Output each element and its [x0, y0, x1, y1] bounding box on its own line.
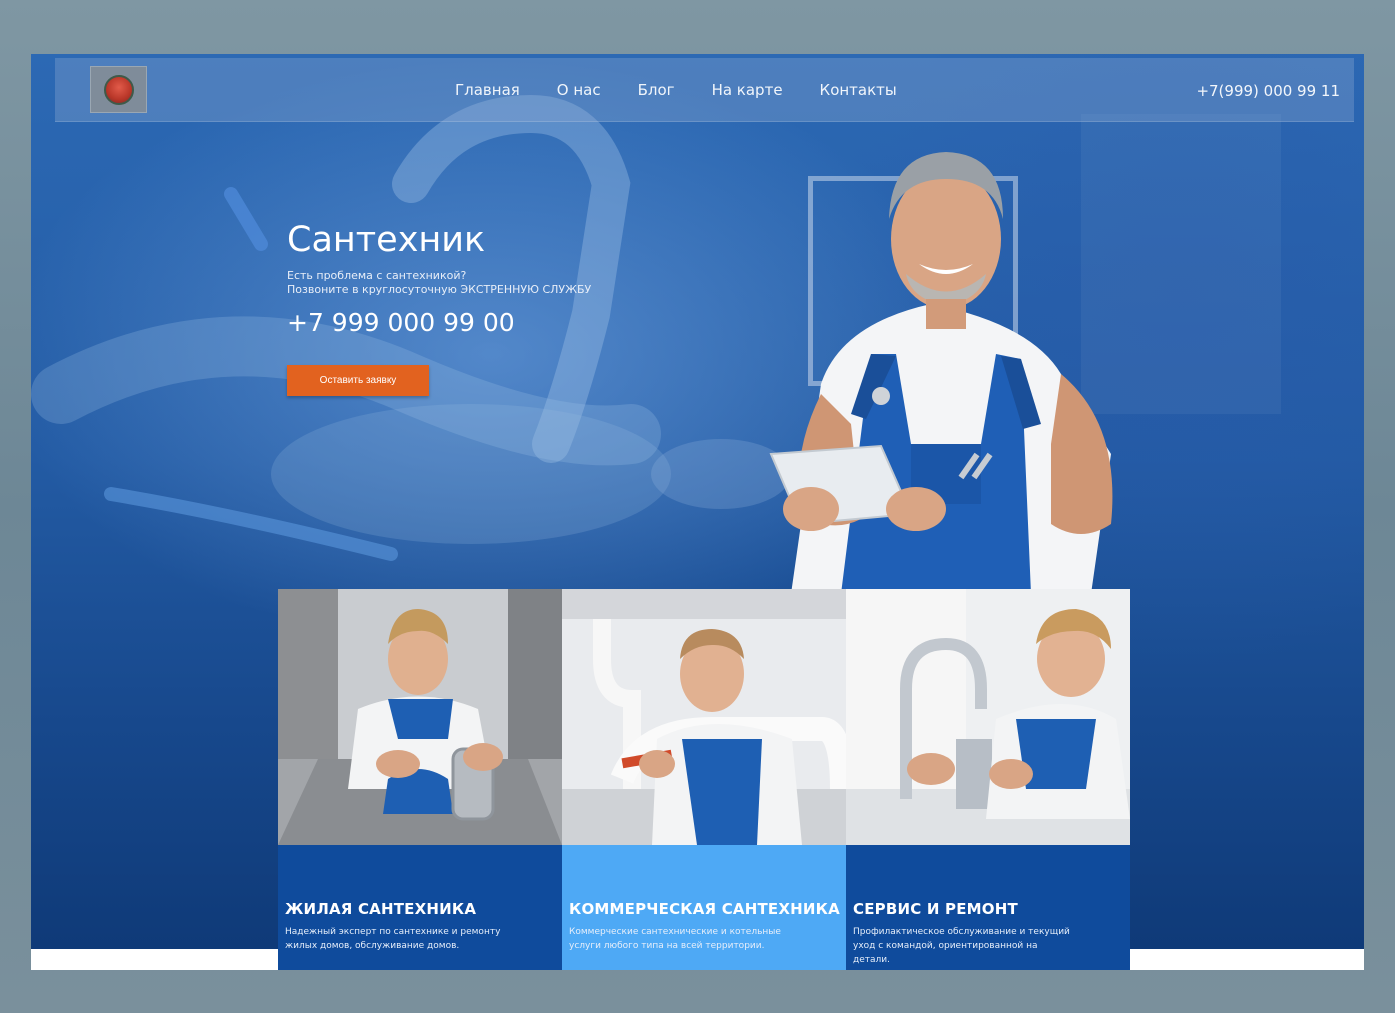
hero-phone[interactable]: +7 999 000 99 00	[287, 308, 515, 337]
card-photo-commercial	[562, 589, 846, 845]
logo[interactable]	[90, 66, 147, 113]
hero-subtitle-line1: Есть проблема с сантехникой?	[287, 269, 467, 282]
nav-phone[interactable]: +7(999) 000 99 11	[1196, 82, 1340, 100]
card-body-residential: ЖИЛАЯ САНТЕХНИКА Надежный эксперт по сан…	[278, 845, 562, 970]
card-text-service-repair: Профилактическое обслуживание и текущий …	[853, 927, 1070, 965]
nav-item-home[interactable]: Главная	[455, 81, 520, 99]
card-text-commercial: Коммерческие сантехнические и котельные …	[569, 927, 781, 951]
hero-title: Сантехник	[287, 220, 486, 260]
card-title-residential: ЖИЛАЯ САНТЕХНИКА	[285, 900, 477, 918]
card-body-service-repair: СЕРВИС И РЕМОНТ Профилактическое обслужи…	[846, 845, 1130, 970]
service-card-service-repair[interactable]: СЕРВИС И РЕМОНТ Профилактическое обслужи…	[846, 589, 1130, 970]
card-photo-residential	[278, 589, 562, 845]
logo-badge-icon	[103, 74, 134, 105]
nav-item-contacts[interactable]: Контакты	[820, 81, 897, 99]
main-nav: Главная О нас Блог На карте Контакты	[455, 58, 934, 122]
top-navbar: Главная О нас Блог На карте Контакты +7(…	[55, 58, 1354, 122]
leave-request-button[interactable]: Оставить заявку	[287, 365, 429, 396]
service-card-residential[interactable]: ЖИЛАЯ САНТЕХНИКА Надежный эксперт по сан…	[278, 589, 562, 970]
services-cards: ЖИЛАЯ САНТЕХНИКА Надежный эксперт по сан…	[278, 589, 1131, 970]
card-body-commercial: КОММЕРЧЕСКАЯ САНТЕХНИКА Коммерческие сан…	[562, 845, 846, 970]
nav-item-map[interactable]: На карте	[712, 81, 783, 99]
browser-frame: Главная О нас Блог На карте Контакты +7(…	[31, 54, 1364, 970]
hero-subtitle-line2: Позвоните в круглосуточную ЭКСТРЕННУЮ СЛ…	[287, 283, 592, 296]
card-photo-service-repair	[846, 589, 1130, 845]
card-text-residential: Надежный эксперт по сантехнике и ремонту…	[285, 927, 501, 951]
card-title-commercial: КОММЕРЧЕСКАЯ САНТЕХНИКА	[569, 900, 840, 918]
card-title-service-repair: СЕРВИС И РЕМОНТ	[853, 900, 1018, 918]
nav-item-blog[interactable]: Блог	[638, 81, 675, 99]
plumber-photo	[769, 152, 1113, 594]
hero-subtitle: Есть проблема с сантехникой? Позвоните в…	[287, 269, 591, 297]
hero-section: Главная О нас Блог На карте Контакты +7(…	[31, 54, 1364, 970]
nav-item-about[interactable]: О нас	[557, 81, 601, 99]
service-card-commercial[interactable]: КОММЕРЧЕСКАЯ САНТЕХНИКА Коммерческие сан…	[562, 589, 846, 970]
